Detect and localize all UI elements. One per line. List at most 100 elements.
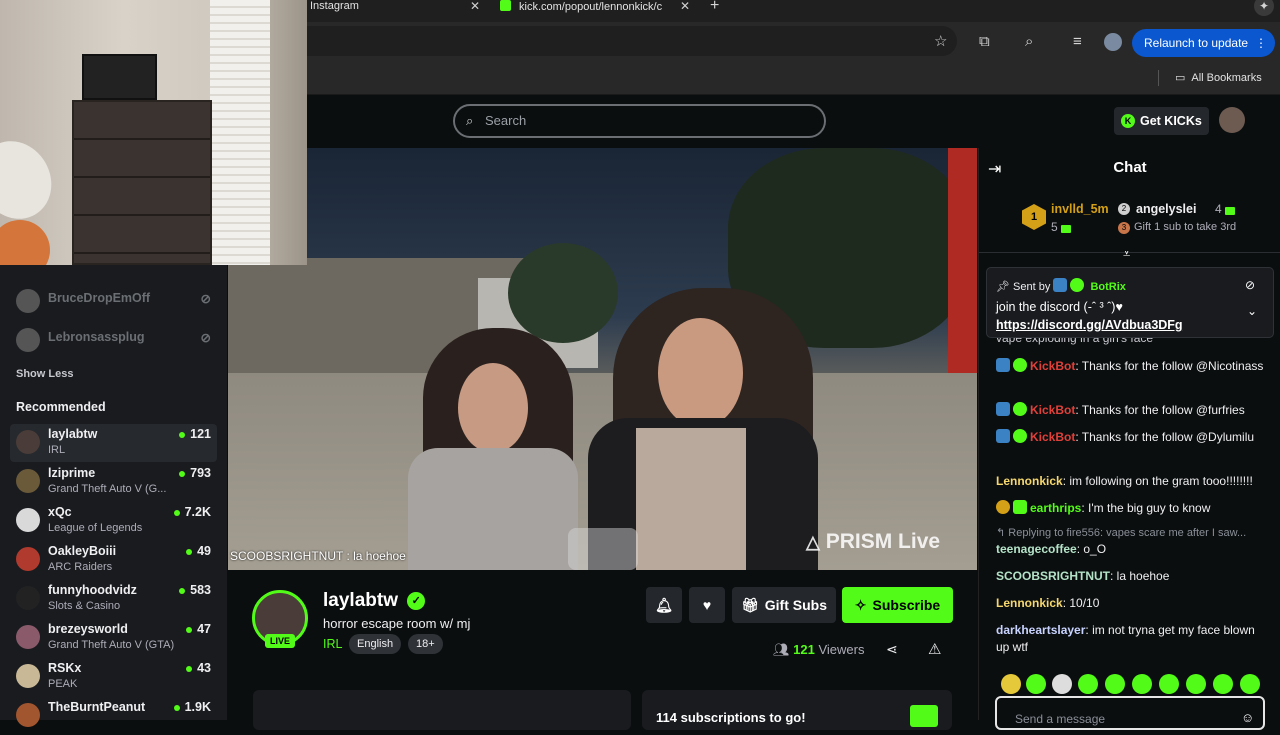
bot-badge-icon [996,358,1010,372]
extensions-icon[interactable]: ⧉ [979,34,990,49]
reply-context[interactable]: ↰ Replying to fire556: vapes scare me af… [996,525,1264,542]
show-less-link[interactable]: Show Less [16,368,73,380]
category-link[interactable]: IRL [323,637,342,651]
gift-icon: 🎁︎ [740,597,759,613]
chat-message[interactable]: Lennonkick: 10/10 [996,595,1264,612]
follow-button[interactable]: ♥ [689,587,725,623]
relaunch-button[interactable]: Relaunch to update ⋮ [1132,29,1275,57]
chat-title: Chat [1113,159,1147,176]
viewer-count: 7.2K [173,505,211,519]
leaderboard-name-2[interactable]: angelyslei [1136,202,1196,216]
channel-name-text: laylabtw [323,590,398,611]
channel-name: xQc [48,505,72,519]
search-placeholder: Search [485,113,527,128]
channel-info: LIVE laylabtw ✓ horror escape room w/ mj… [228,570,977,730]
emoji-icon[interactable]: ☺ [1241,710,1254,725]
chat-message[interactable]: SCOOBSRIGHTNUT: la hoehoe [996,568,1264,585]
share-icon[interactable]: ⋖ [886,641,898,658]
star-icon[interactable]: ☆ [934,34,947,49]
chat-message[interactable]: KickBot: Thanks for the follow @furfries [996,402,1264,419]
tab-instagram[interactable]: Instagram ✕ [310,0,480,22]
url-field[interactable] [307,26,957,56]
tab-kick-popout[interactable]: kick.com/popout/lennonkick/c ✕ [500,0,690,22]
emote-icon[interactable] [1132,674,1152,694]
sidebar-item-lziprime[interactable]: lziprime Grand Theft Auto V (G... 793 [10,463,217,501]
pinned-text: join the discord (-ˆ ³ ˆ)♥ [996,300,1123,314]
sidebar-item-laylabtw[interactable]: laylabtw IRL 121 [10,424,217,462]
channel-name[interactable]: laylabtw ✓ [323,590,426,612]
notification-bell-button[interactable]: 🔔︎ [646,587,682,623]
emote-icon[interactable] [1026,674,1046,694]
pinned-message: 📌︎ Sent by BotRix ⊘ join the discord (-ˆ… [986,267,1274,338]
rank-2-badge: 2 [1118,203,1130,215]
screen-search-icon[interactable]: ⌕ [1025,34,1033,49]
sidebar-item-funnyhoodvidz[interactable]: funnyhoodvidz Slots & Casino 583 [10,580,217,618]
chat-message[interactable]: KickBot: Thanks for the follow @Nicotina… [996,358,1264,375]
user-avatar[interactable] [1219,107,1245,133]
emote-icon[interactable] [1186,674,1206,694]
get-kicks-label: Get KICKs [1140,114,1202,128]
emote-icon[interactable] [1213,674,1233,694]
verified-icon: ✓ [407,592,426,610]
expand-leaderboard-icon[interactable]: ⩡ [1123,246,1130,262]
live-badge: LIVE [265,634,295,648]
chat-message[interactable]: darkheartslayer: im not tryna get my fac… [996,622,1264,656]
emote-icon[interactable] [1240,674,1260,694]
sidebar-item-brezeysworld[interactable]: brezeysworld Grand Theft Auto V (GTA) 47 [10,619,217,657]
all-bookmarks[interactable]: ▭ All Bookmarks [1175,71,1262,84]
sidebar-item-brucedropemoff[interactable]: BruceDropEmOff ⊘ [10,283,217,321]
sidebar-item-xqc[interactable]: xQc League of Legends 7.2K [10,502,217,540]
subscribe-button[interactable]: ✧ Subscribe [842,587,953,623]
tag-18plus[interactable]: 18+ [408,634,443,654]
sidebar-item-oakleyboiii[interactable]: OakleyBoiii ARC Raiders 49 [10,541,217,579]
video-player[interactable]: SCOOBSRIGHTNUT : la hoehoe △ PRISM Live [228,148,977,570]
hoodie-shape [408,448,578,570]
prism-logo-icon: △ [806,532,820,552]
face-shape [458,363,528,453]
chat-message[interactable]: Lennonkick: im following on the gram too… [996,473,1264,490]
hide-pinned-icon[interactable]: ⊘ [1245,278,1255,292]
sidebar-item-theburntpeanut[interactable]: TheBurntPeanut 1.9K [10,697,217,735]
rank-3-icon: 3 [1118,222,1130,234]
sidebar-item-lebronsassplug[interactable]: Lebronsassplug ⊘ [10,322,217,360]
pinned-link[interactable]: https://discord.gg/AVdbua3DFg [996,318,1183,332]
heart-icon: ♥ [702,597,712,613]
close-tab-icon[interactable]: ✕ [470,0,480,12]
viewer-count: 43 [186,661,211,675]
sidebar-item-rskx[interactable]: RSKx PEAK 43 [10,658,217,696]
sparkle-icon[interactable]: ✦ [1254,0,1274,16]
profile-avatar[interactable] [1104,33,1122,51]
report-icon[interactable]: ⚠ [928,640,941,658]
kicks-coin-icon: K [1121,114,1135,128]
search-input[interactable]: ⌕ Search [453,104,826,138]
chat-message[interactable]: teenagecoffee: o_O [996,541,1264,558]
chat-message[interactable]: earthrips: I'm the big guy to know [996,500,1264,517]
recommended-heading: Recommended [16,400,106,414]
viewer-count: 793 [179,466,211,480]
get-kicks-button[interactable]: K Get KICKs [1114,107,1209,135]
close-tab-icon[interactable]: ✕ [680,0,690,12]
emote-icon[interactable] [1078,674,1098,694]
chevron-down-icon[interactable]: ⌄ [1247,304,1257,318]
channel-name: Lebronsassplug [48,330,145,344]
chat-input[interactable]: Send a message ☺ [995,696,1265,730]
viewer-count: 121 [179,427,211,441]
leaderboard-name-1[interactable]: invlld_5m [1051,202,1109,216]
emote-icon[interactable] [1105,674,1125,694]
emote-icon[interactable] [1052,674,1072,694]
avatar [16,328,40,352]
sub-goal-panel: 114 subscriptions to go! [642,690,952,730]
gift-prompt[interactable]: 3 Gift 1 sub to take 3rd [1118,221,1236,234]
viewer-count: 583 [179,583,211,597]
viewer-count: 1.9K [173,700,211,714]
emote-icon[interactable] [1001,674,1021,694]
bot-badge-icon [996,429,1010,443]
verified-icon [1013,358,1027,372]
emote-icon[interactable] [1159,674,1179,694]
chat-message[interactable]: KickBot: Thanks for the follow @Dylumilu [996,429,1264,446]
tag-english[interactable]: English [349,634,402,654]
channel-category: Slots & Casino [48,600,121,612]
new-tab-icon[interactable]: + [710,0,719,14]
gift-subs-button[interactable]: 🎁︎ Gift Subs [732,587,836,623]
media-icon[interactable]: ≡ [1073,34,1082,49]
